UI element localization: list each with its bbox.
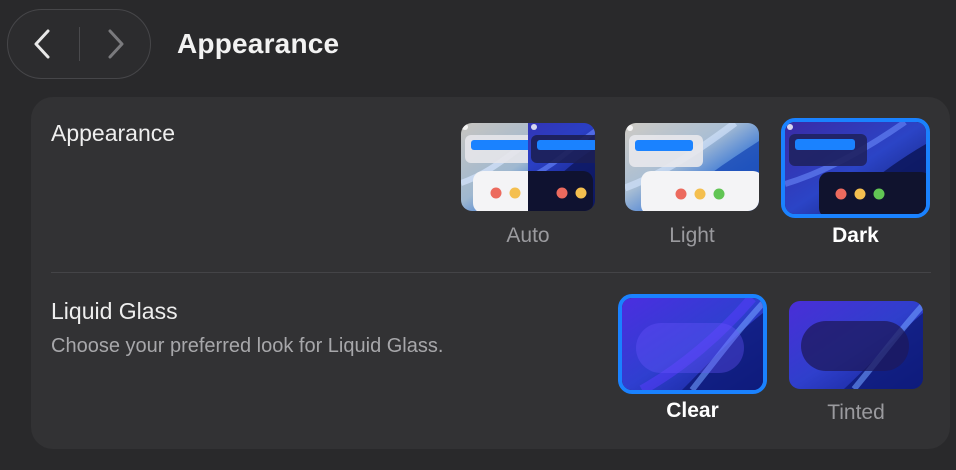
liquid-glass-option-clear[interactable]: Clear bbox=[618, 294, 767, 425]
appearance-option-light[interactable]: Light bbox=[625, 123, 759, 249]
chevron-right-icon bbox=[108, 29, 124, 59]
clear-preview-image bbox=[618, 294, 767, 394]
liquid-glass-option-tinted[interactable]: Tinted bbox=[789, 301, 923, 431]
navigation-pill bbox=[7, 9, 151, 79]
appearance-option-dark[interactable]: Dark bbox=[781, 118, 930, 249]
tinted-preview-image bbox=[789, 301, 923, 389]
appearance-row-label: Appearance bbox=[51, 120, 176, 146]
dark-preview-image bbox=[781, 118, 930, 218]
forward-button[interactable] bbox=[80, 10, 150, 78]
liquid-glass-description: Choose your preferred look for Liquid Gl… bbox=[51, 335, 444, 357]
appearance-option-label: Light bbox=[669, 224, 715, 247]
appearance-option-label: Dark bbox=[832, 224, 879, 247]
chevron-left-icon bbox=[34, 29, 50, 59]
page-title: Appearance bbox=[177, 28, 340, 59]
back-button[interactable] bbox=[8, 10, 78, 78]
appearance-option-auto[interactable]: Auto bbox=[461, 123, 595, 249]
settings-panel: Appearance Auto Light Dark Liquid Glass … bbox=[31, 97, 950, 449]
liquid-glass-option-label: Tinted bbox=[827, 401, 885, 424]
liquid-glass-row-label: Liquid Glass bbox=[51, 298, 178, 324]
auto-preview-image bbox=[461, 123, 595, 211]
light-preview-image bbox=[625, 123, 759, 211]
liquid-glass-option-label: Clear bbox=[666, 399, 719, 422]
appearance-option-label: Auto bbox=[506, 224, 550, 247]
row-divider bbox=[51, 272, 931, 273]
